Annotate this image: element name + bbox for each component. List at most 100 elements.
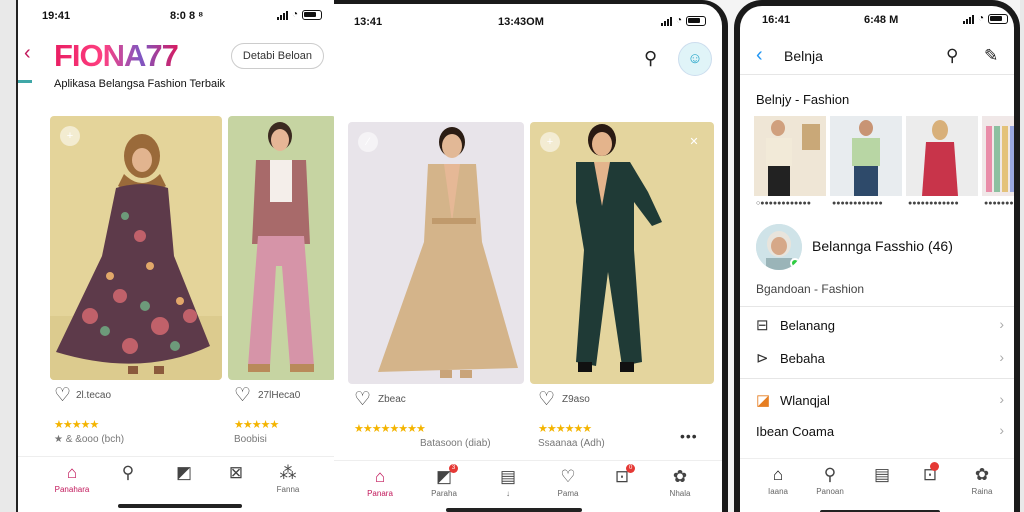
tab-more[interactable]: ✿ Raina xyxy=(958,465,1006,496)
tab-label: Paraha xyxy=(431,489,457,498)
status-time: 16:41 xyxy=(762,14,791,26)
menu-row-label: Ibean Coama xyxy=(756,424,835,439)
divider xyxy=(740,378,1014,379)
profile-avatar-icon[interactable]: ☺ xyxy=(678,42,712,76)
notification-badge: 3 xyxy=(449,464,459,473)
menu-row-belanang[interactable]: ⊟ Belanang › xyxy=(740,310,1014,342)
brand-tagline: Aplikasa Belangsa Fashion Terbaik xyxy=(54,78,226,90)
tab-grid[interactable]: ⁂ Fanna xyxy=(264,463,312,494)
quick-action-icon[interactable]: + xyxy=(540,132,560,152)
category-thumb[interactable] xyxy=(982,116,1014,196)
back-chevron-icon[interactable]: ‹ xyxy=(24,42,31,65)
status-mid: 13:43OM xyxy=(498,16,544,28)
product-card-floral-dress[interactable]: + xyxy=(50,116,222,380)
product-card-pink-set[interactable] xyxy=(228,116,334,380)
search-icon: ⚲ xyxy=(823,465,837,484)
tab-list[interactable]: ▤ xyxy=(858,465,906,485)
tab-search[interactable]: ⚲ xyxy=(104,463,152,483)
accent-bar xyxy=(18,80,32,83)
tab-chart[interactable]: ⊠ xyxy=(212,463,260,483)
category-thumb[interactable] xyxy=(906,116,978,196)
thumb-label: ●●●●●●●●●●●● xyxy=(908,200,959,207)
like-count: Z9aso xyxy=(562,394,590,405)
home-icon: ⌂ xyxy=(772,465,784,484)
phone-home-screen: 19:41 8:0 8 ⁸ ◔ ‹ FIONA77 Aplikasa Belan… xyxy=(16,0,334,512)
thumb-label: ○●●●●●●●●●●●● xyxy=(756,200,811,207)
tab-label: Pama xyxy=(557,489,579,498)
tab-home[interactable]: ⌂ Iaana xyxy=(754,465,802,496)
like-heart-icon[interactable]: ♡ xyxy=(54,384,71,407)
notification-badge: 0 xyxy=(626,464,636,473)
product-meta: ★ & &ooo (bch) xyxy=(54,434,125,445)
tab-home[interactable]: ⌂ Panahara xyxy=(48,463,96,494)
tab-label: Nhala xyxy=(669,489,691,498)
divider xyxy=(740,74,1014,75)
online-status-icon xyxy=(790,258,800,268)
menu-row-ibean-coama[interactable]: Ibean Coama › xyxy=(740,416,1014,448)
header-action-button[interactable]: Detabi Beloan xyxy=(230,43,324,69)
phone-feed-screen: 13:41 13:43OM ◔ ⚲ ☺ ⁄ + ✕ ♡ Zbeac ★★★★★★… xyxy=(334,0,728,512)
screenshot-stage: 19:41 8:0 8 ⁸ ◔ ‹ FIONA77 Aplikasa Belan… xyxy=(0,0,1024,512)
product-card-dark-jumpsuit[interactable]: + ✕ xyxy=(530,122,714,384)
tab-more[interactable]: ✿ Nhala xyxy=(656,467,704,498)
product-card-beige-robe[interactable]: ⁄ xyxy=(348,122,524,384)
like-count: Zbeac xyxy=(378,394,406,405)
status-time: 19:41 xyxy=(42,10,71,22)
tab-cart[interactable]: ⊡ 0 xyxy=(598,464,646,487)
product-meta: Ssaanaa (Adh) xyxy=(538,438,605,449)
tab-favorites[interactable]: ♡ Pama xyxy=(544,467,592,498)
more-options-icon[interactable]: ••• xyxy=(680,428,698,444)
status-bar: 19:41 8:0 8 ⁸ ◔ xyxy=(18,8,334,24)
tab-bag[interactable]: ◩ xyxy=(160,463,208,483)
profile-subtitle: Bgandoan - Fashion xyxy=(756,282,865,296)
battery-icon xyxy=(988,14,1008,24)
menu-row-bebaha[interactable]: ⊳ Bebaha › xyxy=(740,343,1014,375)
tab-list[interactable]: ▤ ↓ xyxy=(484,467,532,498)
menu-row-wlanqjal[interactable]: ◪ Wlanqjal › xyxy=(740,385,1014,417)
flower-icon: ✿ xyxy=(974,465,990,484)
orange-tag-icon: ◪ xyxy=(756,392,771,409)
brand-logo: FIONA77 xyxy=(54,38,179,73)
wifi-icon: ◔ xyxy=(977,13,984,24)
status-bar: 16:41 6:48 M ◔ xyxy=(740,12,1014,28)
home-icon: ⌂ xyxy=(374,467,386,486)
like-heart-icon[interactable]: ♡ xyxy=(538,388,555,411)
rating-stars: ★★★★★ xyxy=(234,419,279,431)
avatar[interactable] xyxy=(756,224,802,270)
list-icon: ▤ xyxy=(499,467,517,486)
list-icon: ▤ xyxy=(873,465,891,484)
tab-cart[interactable]: ⊡ xyxy=(906,462,954,485)
flower-icon: ✿ xyxy=(672,467,688,486)
rating-stars: ★★★★★★★★ xyxy=(354,423,426,435)
close-icon[interactable]: ✕ xyxy=(684,132,704,152)
compose-icon[interactable]: ✎ xyxy=(984,46,998,66)
category-thumb[interactable] xyxy=(830,116,902,196)
quick-action-icon[interactable]: ⁄ xyxy=(358,132,378,152)
bag-icon: ◩ 3 xyxy=(436,464,459,487)
thumb-label: ●●●●●●●●●●●● xyxy=(832,200,883,207)
bottom-tab-bar: ⌂ Iaana ⚲ Panoan ▤ ⊡ ✿ Raina xyxy=(740,458,1014,512)
like-heart-icon[interactable]: ♡ xyxy=(354,388,371,411)
quick-action-icon[interactable]: + xyxy=(60,126,80,146)
chart-icon: ⊠ xyxy=(228,463,244,482)
search-icon[interactable]: ⚲ xyxy=(946,46,958,66)
menu-row-label: Bebaha xyxy=(780,351,825,366)
cart-icon: ⊡ xyxy=(923,462,940,485)
tab-label: Panoan xyxy=(816,487,844,496)
tab-bag[interactable]: ◩ 3 Paraha xyxy=(420,464,468,498)
chevron-right-icon: › xyxy=(999,316,1004,332)
profile-name: Belannga Fasshio (46) xyxy=(812,238,953,254)
phone-category-screen: 16:41 6:48 M ◔ ‹ Belnja ⚲ ✎ Belnjy - Fas… xyxy=(734,0,1020,512)
like-heart-icon[interactable]: ♡ xyxy=(234,384,251,407)
search-icon[interactable]: ⚲ xyxy=(644,48,657,69)
menu-row-label: Wlanqjal xyxy=(780,393,830,408)
back-chevron-icon[interactable]: ‹ xyxy=(756,44,763,67)
category-thumb[interactable] xyxy=(754,116,826,196)
tab-search[interactable]: ⚲ Panoan xyxy=(806,465,854,496)
tab-home[interactable]: ⌂ Panara xyxy=(356,467,404,498)
tab-label: Iaana xyxy=(767,487,789,496)
page-title: Belnja xyxy=(784,48,823,64)
notification-dot xyxy=(930,462,940,471)
left-phone-edge xyxy=(0,0,16,512)
wifi-icon: ◔ xyxy=(675,15,682,26)
